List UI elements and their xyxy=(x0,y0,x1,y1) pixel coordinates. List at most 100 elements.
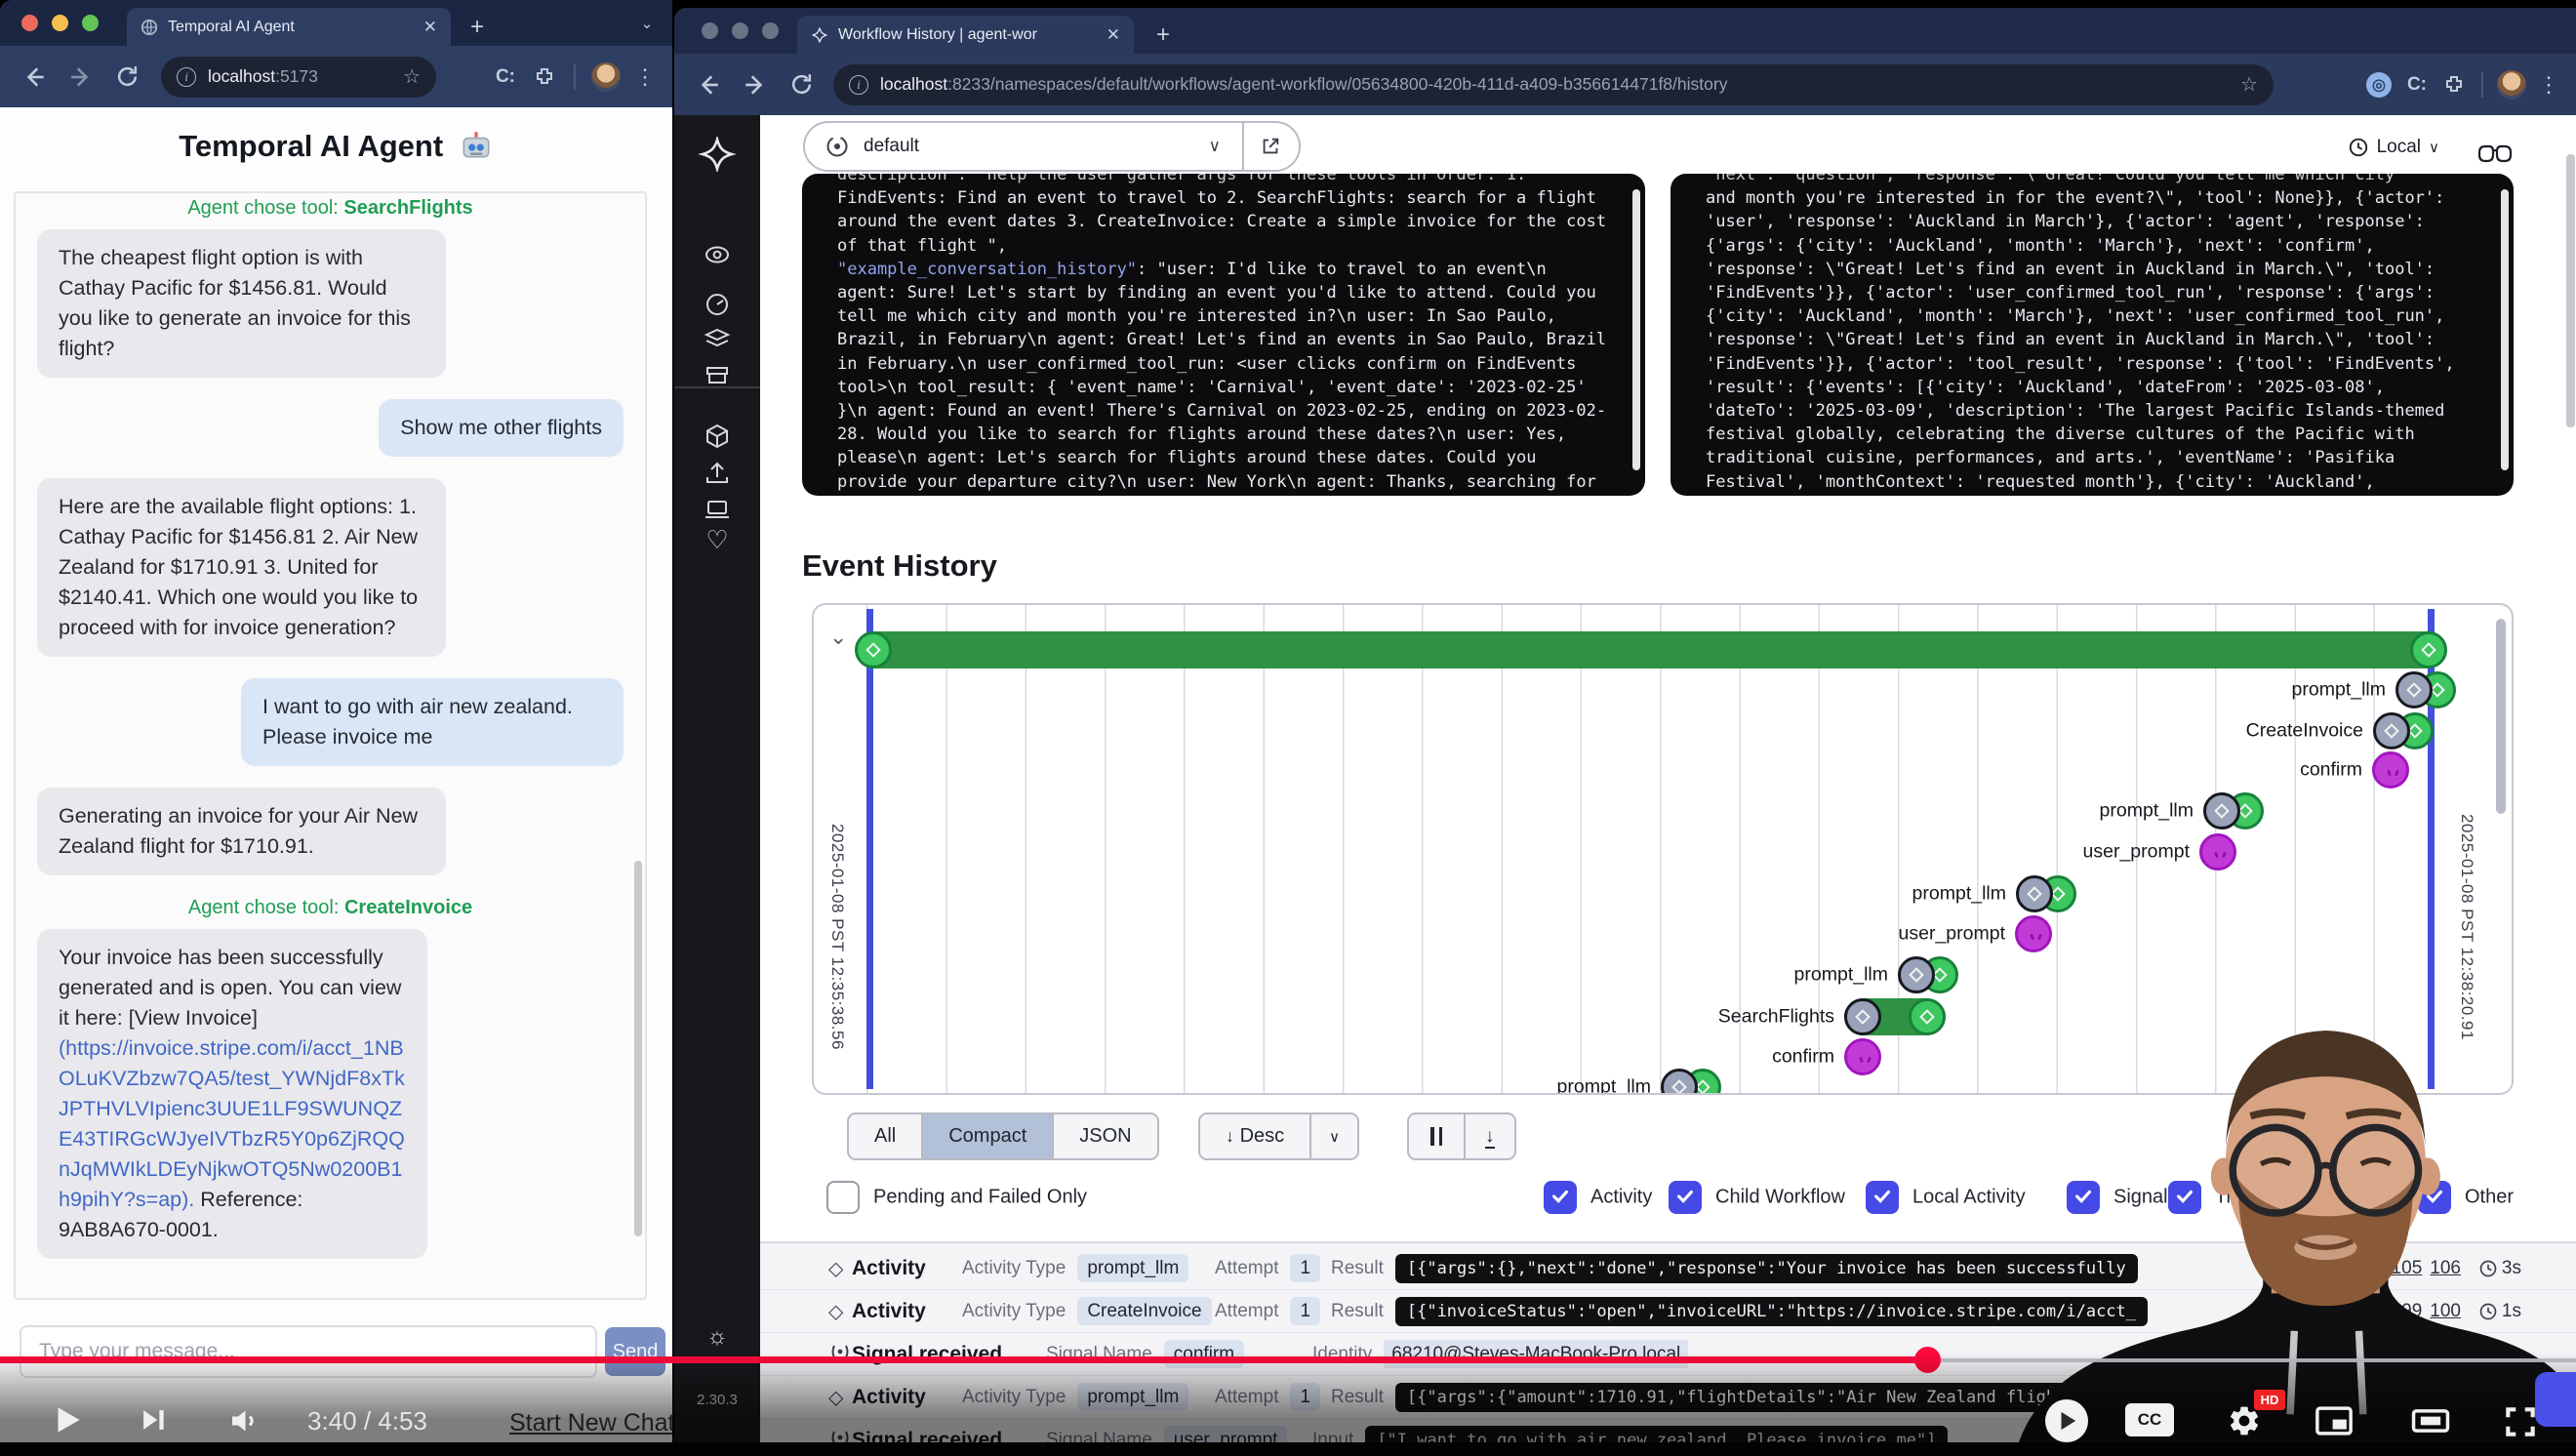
close-window-button[interactable] xyxy=(21,15,38,31)
tab-list-chevron[interactable]: ⌄ xyxy=(632,12,662,37)
namespace-select[interactable]: default ∨ xyxy=(803,121,1301,172)
code-panel-left[interactable]: description": "help the user gather args… xyxy=(802,174,1645,496)
agent-message-bubble: Here are the available flight options: 1… xyxy=(37,478,446,657)
glasses-bridge xyxy=(2318,1165,2333,1168)
new-tab-button[interactable]: + xyxy=(1156,21,1170,49)
profile-avatar[interactable] xyxy=(2497,70,2526,100)
timeline-scrollbar[interactable] xyxy=(2496,619,2506,814)
extensions-puzzle-icon[interactable] xyxy=(2442,73,2466,97)
page-scrollbar[interactable] xyxy=(2566,154,2575,427)
claude-extension-icon[interactable]: C: xyxy=(2407,74,2427,96)
tab-temporal-ai-agent[interactable]: Temporal AI Agent ✕ xyxy=(127,8,451,46)
theme-toggle-sun-icon[interactable]: ☼ xyxy=(674,1323,760,1351)
extensions-puzzle-icon[interactable] xyxy=(533,65,556,89)
user-message-bubble: I want to go with air new zealand. Pleas… xyxy=(241,678,624,766)
new-tab-button[interactable]: + xyxy=(470,14,484,41)
cc-button[interactable]: CC xyxy=(2125,1403,2174,1436)
site-info-icon[interactable]: i xyxy=(177,67,196,87)
type-local-activity-checkbox[interactable] xyxy=(1866,1181,1899,1214)
workflows-eye-icon[interactable] xyxy=(674,240,760,269)
next-button[interactable] xyxy=(137,1403,170,1436)
floating-action-button[interactable] xyxy=(2535,1372,2576,1427)
view-mode-compact[interactable]: Compact xyxy=(921,1114,1052,1158)
dev-laptop-icon[interactable] xyxy=(674,495,760,524)
glasses-right-lens xyxy=(2333,1127,2419,1213)
workflow-execution-bar[interactable] xyxy=(870,631,2432,668)
password-manager-icon[interactable]: ◎ xyxy=(2366,72,2392,98)
code-scrollbar[interactable] xyxy=(1632,189,1640,470)
pending-failed-checkbox[interactable] xyxy=(826,1181,860,1214)
right-toolbar: i localhost:8233/namespaces/default/work… xyxy=(674,54,2576,115)
agent-tool-choice: Agent chose tool: SearchFlights xyxy=(37,197,624,220)
chevron-down-icon: ∨ xyxy=(2429,139,2439,156)
namespaces-cube-icon[interactable] xyxy=(674,422,760,451)
code-scrollbar[interactable] xyxy=(2501,189,2509,470)
autoplay-toggle[interactable] xyxy=(2045,1399,2088,1442)
theater-mode-button[interactable] xyxy=(2410,1405,2451,1436)
external-link-icon[interactable] xyxy=(1260,136,1281,157)
workflow-end-marker[interactable] xyxy=(2410,631,2447,668)
tab-close-icon[interactable]: ✕ xyxy=(410,18,437,37)
download-button[interactable]: ↓ xyxy=(1464,1114,1514,1158)
site-info-icon[interactable]: i xyxy=(849,75,868,95)
fullscreen-button[interactable] xyxy=(2502,1403,2539,1440)
letterbox-bottom xyxy=(0,1442,2576,1456)
forward-icon[interactable] xyxy=(68,64,94,90)
collapse-chevron-icon[interactable]: ⌄ xyxy=(829,625,847,650)
address-bar[interactable]: i localhost:5173 ☆ xyxy=(161,57,436,98)
sort-desc-button[interactable]: ↓ Desc xyxy=(1200,1114,1309,1158)
feedback-heart-icon[interactable]: ♡ xyxy=(674,525,760,555)
close-window-button[interactable] xyxy=(702,22,718,39)
tab-close-icon[interactable]: ✕ xyxy=(1093,25,1120,45)
video-time: 3:40 / 4:53 xyxy=(307,1406,427,1436)
reload-icon[interactable] xyxy=(115,64,140,89)
claude-extension-icon[interactable]: C: xyxy=(496,66,515,88)
view-mode-json[interactable]: JSON xyxy=(1052,1114,1156,1158)
schedules-clock-icon[interactable] xyxy=(674,290,760,319)
maximize-window-button[interactable] xyxy=(762,22,779,39)
timezone-select[interactable]: Local ∨ xyxy=(2348,137,2439,158)
menu-kebab-icon[interactable]: ⋮ xyxy=(2538,72,2560,98)
profile-avatar[interactable] xyxy=(591,62,621,92)
back-icon[interactable] xyxy=(21,64,47,90)
invoice-link[interactable]: (https://invoice.stripe.com/i/acct_1NBOL… xyxy=(59,1036,405,1211)
traffic-lights[interactable] xyxy=(21,15,99,31)
pause-button[interactable] xyxy=(1409,1114,1464,1158)
toolbar-divider xyxy=(2481,72,2483,98)
sidebar-divider xyxy=(674,386,760,388)
bookmark-star-icon[interactable]: ☆ xyxy=(2240,72,2258,97)
type-child-workflow-label: Child Workflow xyxy=(1715,1187,1845,1209)
maximize-window-button[interactable] xyxy=(82,15,99,31)
right-tabstrip: Workflow History | agent-wor ✕ + xyxy=(674,8,2576,54)
playback-controls[interactable]: ↓ xyxy=(1407,1112,1516,1160)
address-bar[interactable]: i localhost:8233/namespaces/default/work… xyxy=(833,64,2274,105)
traffic-lights-inactive[interactable] xyxy=(702,22,779,39)
miniplayer-button[interactable] xyxy=(2314,1405,2354,1436)
volume-button[interactable] xyxy=(226,1403,262,1438)
back-icon[interactable] xyxy=(696,72,721,98)
sort-chevron[interactable]: ∨ xyxy=(1309,1114,1357,1158)
bookmark-star-icon[interactable]: ☆ xyxy=(403,64,421,89)
tab-workflow-history[interactable]: Workflow History | agent-wor ✕ xyxy=(797,16,1134,54)
import-upload-icon[interactable] xyxy=(674,459,760,488)
type-activity-checkbox[interactable] xyxy=(1544,1181,1577,1214)
type-child-workflow-checkbox[interactable] xyxy=(1669,1181,1702,1214)
chat-scrollbar[interactable] xyxy=(634,861,642,1236)
batch-layers-icon[interactable] xyxy=(674,324,760,353)
labs-glasses-icon[interactable] xyxy=(2476,141,2514,170)
sort-control[interactable]: ↓ Desc ∨ xyxy=(1198,1112,1359,1160)
view-mode-all[interactable]: All xyxy=(849,1114,921,1158)
workflow-start-marker[interactable] xyxy=(855,631,892,668)
glasses-left-lens xyxy=(2233,1127,2318,1213)
archive-icon[interactable] xyxy=(674,360,760,389)
reload-icon[interactable] xyxy=(789,72,814,97)
minimize-window-button[interactable] xyxy=(52,15,68,31)
minimize-window-button[interactable] xyxy=(732,22,748,39)
url-host: localhost xyxy=(208,66,275,86)
forward-icon[interactable] xyxy=(743,72,768,98)
menu-kebab-icon[interactable]: ⋮ xyxy=(634,64,657,90)
temporal-logo[interactable] xyxy=(674,137,760,172)
code-panel-right[interactable]: 'next': 'question', 'response': \"Great!… xyxy=(1670,174,2514,496)
play-button[interactable] xyxy=(49,1401,86,1438)
view-mode-segmented[interactable]: AllCompactJSON xyxy=(847,1112,1159,1160)
